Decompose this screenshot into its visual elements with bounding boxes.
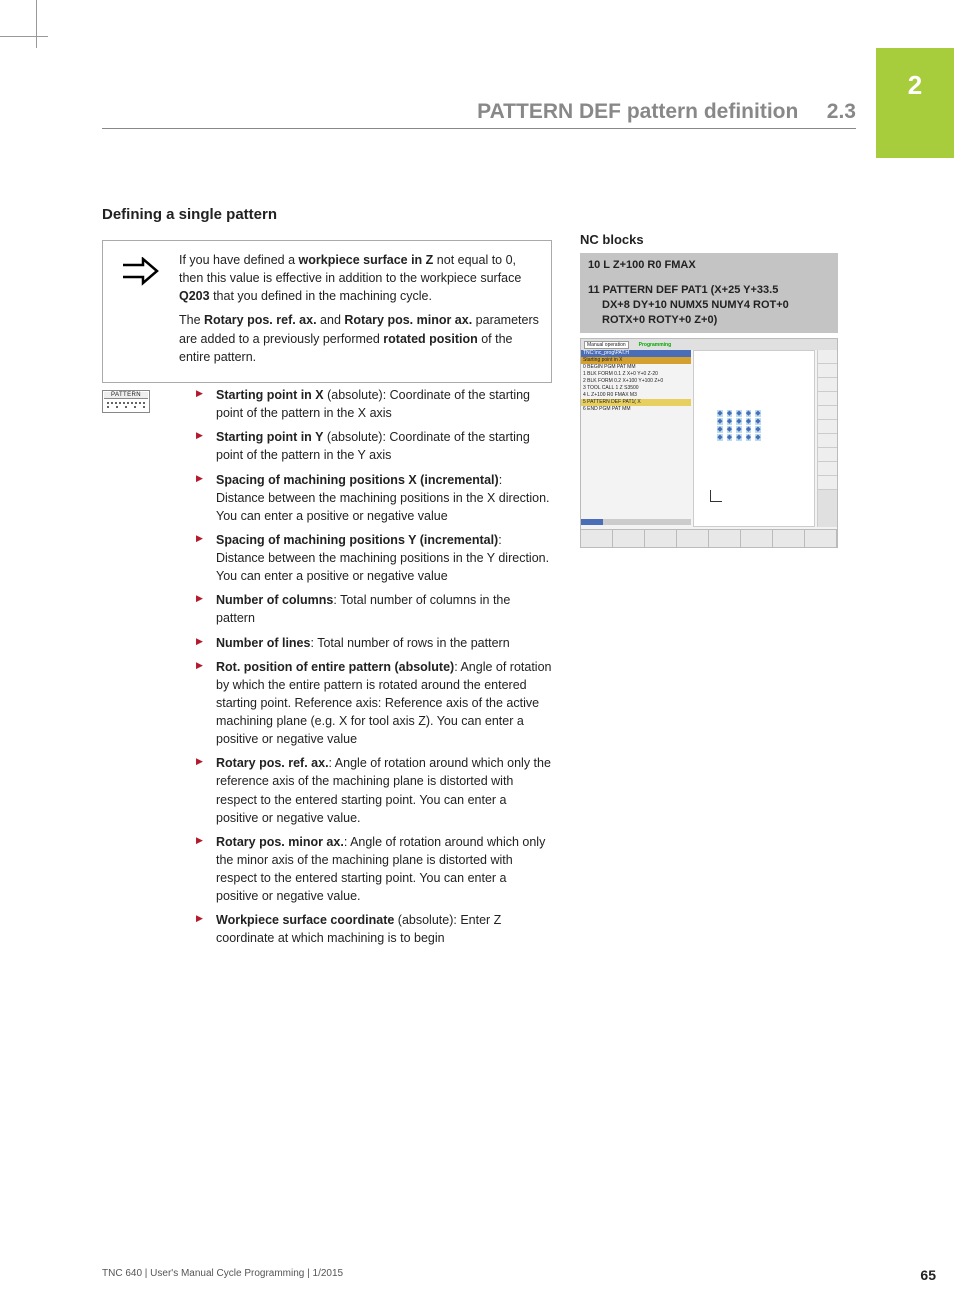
nc-block-line: 11 PATTERN DEF PAT1 (X+25 Y+33.5 DX+8 DY… [580, 278, 838, 333]
parameter-list: Starting point in X (absolute): Coordina… [196, 386, 552, 954]
ss-origin-icon [710, 490, 722, 502]
ss-code-line: TNC:\nc_prog\PAT.H [581, 350, 691, 357]
tnc-screenshot: Manual operation Programming TNC:\nc_pro… [580, 338, 838, 548]
ss-code-line: 1 BLK FORM 0.1 Z X+0 Y+0 Z-20 [581, 371, 691, 378]
list-item: Rotary pos. ref. ax.: Angle of rotation … [196, 754, 552, 827]
ss-code-line: 4 L Z+100 R0 FMAX M3 [581, 392, 691, 399]
ss-mode: Manual operation [584, 341, 629, 349]
ss-code-line: 6 END PGM PAT MM [581, 406, 691, 413]
ss-prog: Programming [639, 342, 672, 348]
ss-sidebar [817, 350, 837, 527]
pattern-softkey-icon: PATTERN [102, 390, 150, 413]
pattern-icon-dots [104, 399, 148, 411]
nc-block-line: 10 L Z+100 R0 FMAX [580, 253, 838, 278]
note-arrow-icon [119, 257, 159, 289]
header-section-num: 2.3 [827, 100, 856, 123]
ss-scrollbar [581, 519, 691, 525]
ss-code-line: Starting point in X [581, 357, 691, 364]
ss-code-panel: TNC:\nc_prog\PAT.H Starting point in X 0… [581, 350, 691, 413]
info-box: If you have defined a workpiece surface … [102, 240, 552, 383]
chapter-tab: 2 [876, 48, 954, 158]
ss-code-line: 0 BEGIN PGM PAT MM [581, 364, 691, 371]
ss-titlebar: Manual operation Programming [581, 339, 837, 350]
page-number: 65 [920, 1267, 936, 1283]
ss-preview-panel [693, 350, 815, 527]
crop-mark-h [0, 36, 48, 37]
list-item: Starting point in X (absolute): Coordina… [196, 386, 552, 422]
list-item: Rotary pos. minor ax.: Angle of rotation… [196, 833, 552, 906]
header-title: PATTERN DEF pattern definition [477, 100, 798, 123]
list-item: Number of lines: Total number of rows in… [196, 634, 552, 652]
section-title: Defining a single pattern [102, 206, 277, 223]
list-item: Workpiece surface coordinate (absolute):… [196, 911, 552, 947]
header-rule [102, 128, 856, 129]
ss-softkey-row [581, 529, 837, 547]
ss-code-line: 2 BLK FORM 0.2 X+100 Y+100 Z+0 [581, 378, 691, 385]
list-item: Rot. position of entire pattern (absolut… [196, 658, 552, 749]
crop-mark-v [36, 0, 37, 48]
info-p1: If you have defined a workpiece surface … [179, 251, 541, 305]
info-p2: The Rotary pos. ref. ax. and Rotary pos.… [179, 311, 541, 365]
list-item: Starting point in Y (absolute): Coordina… [196, 428, 552, 464]
nc-blocks-title: NC blocks [580, 232, 644, 247]
list-item: Spacing of machining positions Y (increm… [196, 531, 552, 585]
ss-code-line: 5 PATTERN DEF PAT1( X [581, 399, 691, 406]
ss-pattern-preview [716, 409, 764, 441]
pattern-icon-label: PATTERN [104, 392, 148, 399]
page-header: PATTERN DEF pattern definition 2.3 [477, 100, 856, 124]
footer-text: TNC 640 | User's Manual Cycle Programmin… [102, 1268, 343, 1279]
ss-code-line: 3 TOOL CALL 1 Z S3500 [581, 385, 691, 392]
list-item: Spacing of machining positions X (increm… [196, 471, 552, 525]
list-item: Number of columns: Total number of colum… [196, 591, 552, 627]
